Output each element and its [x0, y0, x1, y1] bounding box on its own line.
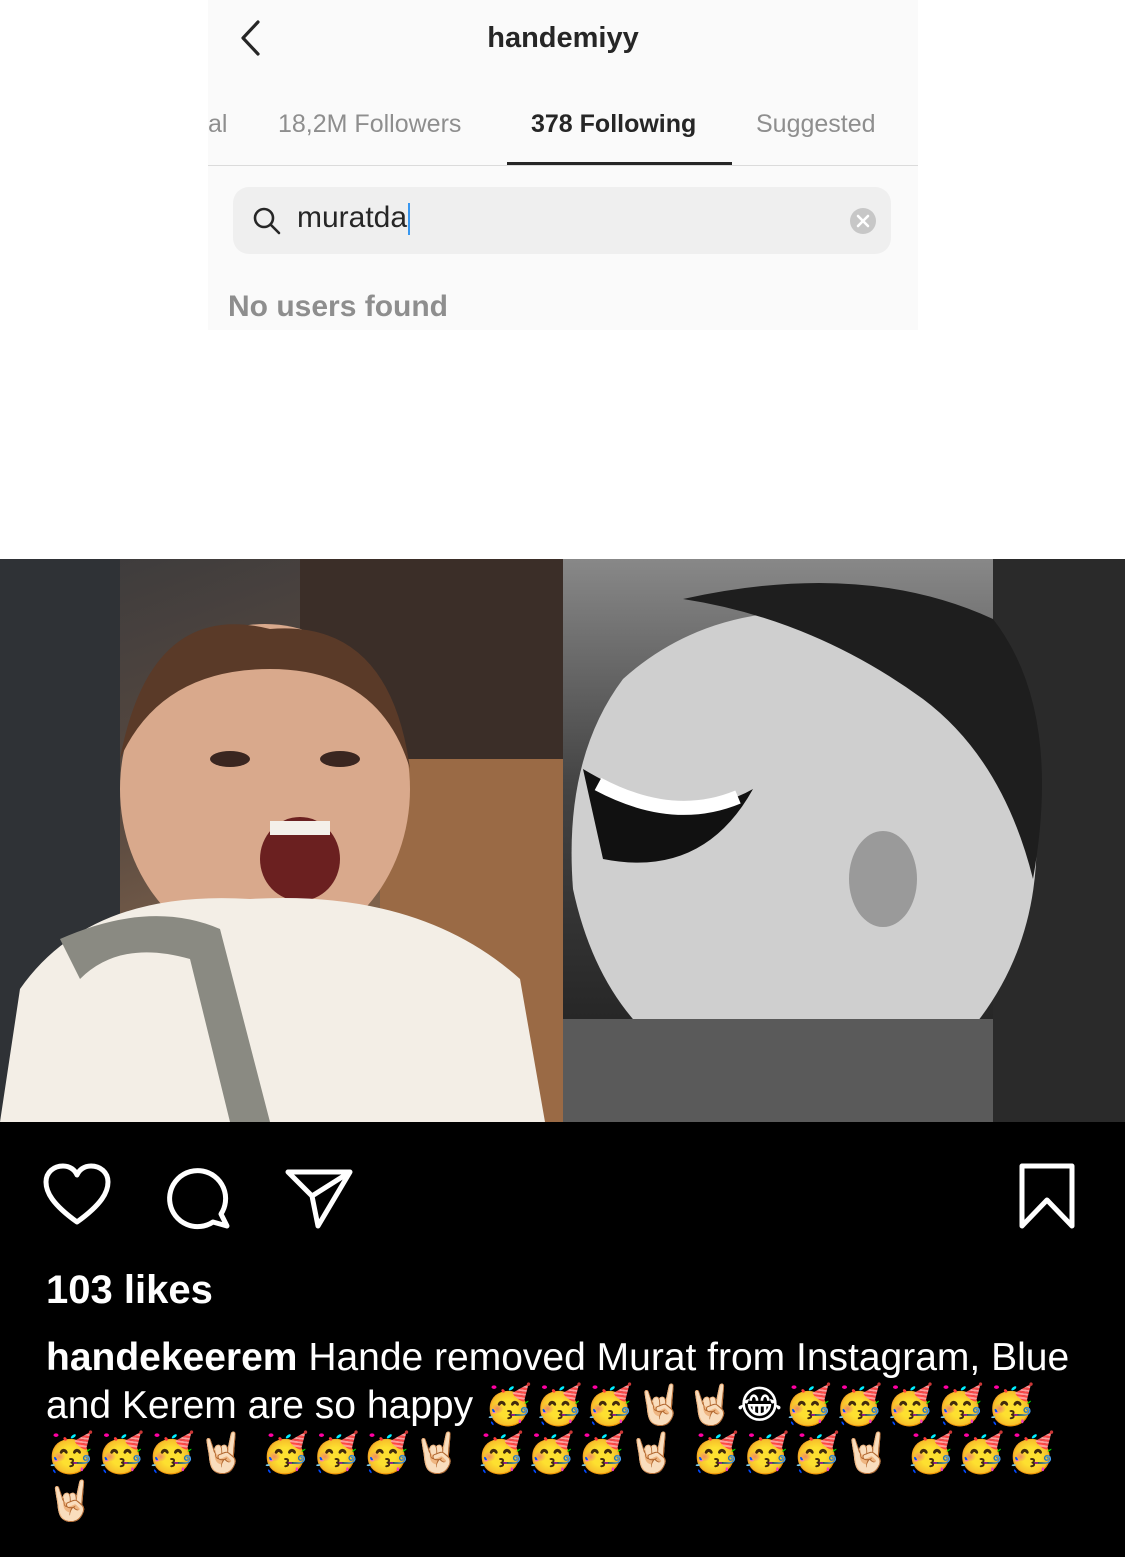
following-screen: handemiyy al 18,2M Followers 378 Followi… — [208, 0, 918, 330]
post-footer: 103 likes handekeerem Hande removed Mura… — [0, 1122, 1125, 1557]
caption-username[interactable]: handekeerem — [46, 1336, 297, 1379]
tab-suggested[interactable]: Suggested — [756, 110, 876, 139]
no-results-message: No users found — [228, 290, 449, 323]
profile-name: handemiyy — [487, 22, 639, 54]
search-icon — [253, 207, 281, 235]
heart-icon[interactable] — [42, 1162, 112, 1232]
active-tab-indicator — [507, 162, 732, 165]
tab-followers[interactable]: 18,2M Followers — [278, 110, 461, 139]
search-input[interactable]: muratda — [233, 187, 891, 254]
tab-bar: al 18,2M Followers 378 Following Suggest… — [208, 100, 918, 166]
comment-icon[interactable] — [163, 1162, 233, 1232]
text-caret — [408, 203, 411, 236]
bookmark-icon[interactable] — [1012, 1162, 1082, 1232]
tab-following[interactable]: 378 Following — [531, 110, 696, 139]
search-value: muratda — [297, 201, 411, 236]
post-caption: handekeerem Hande removed Murat from Ins… — [46, 1334, 1086, 1526]
photo-child-laughing — [0, 559, 563, 1122]
likes-count[interactable]: 103 likes — [46, 1268, 213, 1313]
photo-man-laughing — [563, 559, 1125, 1122]
share-icon[interactable] — [284, 1162, 354, 1232]
tab-mutual[interactable]: al — [208, 110, 227, 139]
clear-icon[interactable] — [849, 207, 877, 235]
